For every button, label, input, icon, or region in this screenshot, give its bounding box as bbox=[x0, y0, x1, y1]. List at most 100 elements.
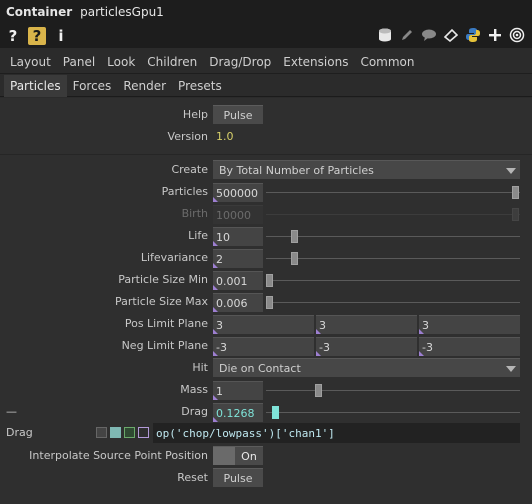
python-icon[interactable] bbox=[464, 26, 482, 44]
neg-limit-y-field[interactable]: -3 bbox=[316, 337, 417, 356]
tab-dragdrop[interactable]: Drag/Drop bbox=[203, 50, 277, 74]
drag-slider-handle[interactable] bbox=[272, 406, 279, 419]
param-label: Neg Limit Plane bbox=[121, 339, 208, 352]
particles-field[interactable]: 500000 bbox=[213, 183, 263, 202]
tab-panel[interactable]: Panel bbox=[57, 50, 101, 74]
param-label: Particle Size Min bbox=[118, 273, 208, 286]
operator-type: Container bbox=[6, 5, 73, 19]
tab-particles[interactable]: Particles bbox=[4, 74, 67, 97]
param-lifevariance: Lifevariance 2 bbox=[0, 248, 532, 268]
particle-size-max-slider-track[interactable] bbox=[266, 302, 520, 303]
divider bbox=[0, 154, 532, 155]
neg-limit-z-field[interactable]: -3 bbox=[419, 337, 520, 356]
param-interpolate: Interpolate Source Point Position On bbox=[0, 446, 532, 466]
param-label: Birth bbox=[181, 207, 208, 220]
life-slider-track[interactable] bbox=[266, 236, 520, 237]
param-label: Reset bbox=[177, 471, 208, 484]
birth-field: 10000 bbox=[213, 205, 263, 224]
param-drag: — Drag 0.1268 bbox=[0, 402, 532, 422]
param-label: Pos Limit Plane bbox=[124, 317, 208, 330]
chevron-down-icon bbox=[506, 168, 516, 174]
tab-forces[interactable]: Forces bbox=[67, 75, 118, 97]
tab-layout[interactable]: Layout bbox=[4, 50, 57, 74]
drag-expression-field[interactable]: op('chop/lowpass')['chan1'] bbox=[153, 423, 520, 443]
help-pulse-button[interactable]: Pulse bbox=[213, 105, 263, 124]
mode-constant-icon[interactable] bbox=[96, 427, 107, 438]
drag-field[interactable]: 0.1268 bbox=[213, 403, 263, 422]
mass-slider-handle[interactable] bbox=[315, 384, 322, 397]
pos-limit-z-field[interactable]: 3 bbox=[419, 315, 520, 334]
mass-slider-track[interactable] bbox=[266, 390, 520, 391]
lifevariance-slider-track[interactable] bbox=[266, 258, 520, 259]
reset-pulse-button[interactable]: Pulse bbox=[213, 468, 263, 487]
comment-icon[interactable] bbox=[420, 26, 438, 44]
hit-dropdown[interactable]: Die on Contact bbox=[213, 358, 520, 377]
create-dropdown[interactable]: By Total Number of Particles bbox=[213, 160, 520, 179]
toggle-state: On bbox=[241, 449, 257, 463]
param-label: Hit bbox=[192, 361, 208, 374]
param-label: Lifevariance bbox=[140, 251, 208, 264]
param-version: Version 1.0 bbox=[0, 127, 532, 147]
param-particle-size-max: Particle Size Max 0.006 bbox=[0, 292, 532, 312]
hit-value: Die on Contact bbox=[219, 362, 301, 375]
particles-slider-handle[interactable] bbox=[512, 186, 519, 199]
lifevariance-slider-handle[interactable] bbox=[291, 252, 298, 265]
tab-extensions[interactable]: Extensions bbox=[277, 50, 354, 74]
particle-size-max-slider-handle[interactable] bbox=[266, 296, 273, 309]
chevron-down-icon bbox=[506, 366, 516, 372]
page-tabs: Layout Panel Look Children Drag/Drop Ext… bbox=[0, 50, 532, 74]
param-particles: Particles 500000 bbox=[0, 182, 532, 202]
particle-size-max-field[interactable]: 0.006 bbox=[213, 293, 263, 312]
operator-name[interactable]: particlesGpu1 bbox=[80, 5, 164, 19]
param-label: Help bbox=[182, 108, 208, 121]
tab-presets[interactable]: Presets bbox=[172, 75, 228, 97]
drag-slider-track[interactable] bbox=[266, 412, 520, 413]
life-slider-handle[interactable] bbox=[291, 230, 298, 243]
pencil-icon[interactable] bbox=[398, 26, 416, 44]
mode-expression-icon[interactable] bbox=[110, 427, 121, 438]
param-hit: Hit Die on Contact bbox=[0, 358, 532, 378]
title-bar: Container particlesGpu1 bbox=[0, 0, 532, 24]
param-label: Drag bbox=[181, 405, 208, 418]
param-drag-expression: Drag op('chop/lowpass')['chan1'] bbox=[0, 423, 532, 443]
python-help-icon[interactable]: ? bbox=[28, 27, 46, 45]
particle-size-min-slider-handle[interactable] bbox=[266, 274, 273, 287]
param-label: Version bbox=[167, 130, 208, 143]
interpolate-toggle[interactable]: On bbox=[213, 446, 263, 465]
param-pos-limit-plane: Pos Limit Plane 3 3 3 bbox=[0, 314, 532, 334]
storage-icon[interactable] bbox=[376, 26, 394, 44]
param-label: Particles bbox=[161, 185, 208, 198]
tab-look[interactable]: Look bbox=[101, 50, 141, 74]
particles-slider-track[interactable] bbox=[266, 192, 520, 193]
mass-field[interactable]: 1 bbox=[213, 381, 263, 400]
version-value: 1.0 bbox=[216, 130, 234, 143]
particle-size-min-slider-track[interactable] bbox=[266, 280, 520, 281]
neg-limit-x-field[interactable]: -3 bbox=[213, 337, 314, 356]
lifevariance-field[interactable]: 2 bbox=[213, 249, 263, 268]
collapse-icon[interactable]: — bbox=[6, 405, 17, 418]
param-mass: Mass 1 bbox=[0, 380, 532, 400]
birth-slider-handle bbox=[512, 208, 519, 221]
param-reset: Reset Pulse bbox=[0, 468, 532, 488]
param-label: Particle Size Max bbox=[115, 295, 208, 308]
parameter-panel: Help Pulse Version 1.0 Create By Total N… bbox=[0, 98, 532, 504]
tab-children[interactable]: Children bbox=[141, 50, 203, 74]
param-label: Create bbox=[171, 163, 208, 176]
pos-limit-x-field[interactable]: 3 bbox=[213, 315, 314, 334]
info-icon[interactable]: i bbox=[52, 27, 70, 45]
tab-render[interactable]: Render bbox=[117, 75, 172, 97]
particle-size-min-field[interactable]: 0.001 bbox=[213, 271, 263, 290]
param-life: Life 10 bbox=[0, 226, 532, 246]
help-icon[interactable]: ? bbox=[4, 27, 22, 45]
mode-bind-icon[interactable] bbox=[138, 427, 149, 438]
tab-common[interactable]: Common bbox=[354, 50, 420, 74]
add-icon[interactable] bbox=[486, 26, 504, 44]
mode-export-icon[interactable] bbox=[124, 427, 135, 438]
pos-limit-y-field[interactable]: 3 bbox=[316, 315, 417, 334]
param-label: Mass bbox=[180, 383, 208, 396]
life-field[interactable]: 10 bbox=[213, 227, 263, 246]
birth-slider-track bbox=[266, 214, 520, 215]
custom-page-tabs: Particles Forces Render Presets bbox=[0, 74, 532, 97]
target-icon[interactable] bbox=[508, 26, 526, 44]
clone-icon[interactable] bbox=[442, 26, 460, 44]
